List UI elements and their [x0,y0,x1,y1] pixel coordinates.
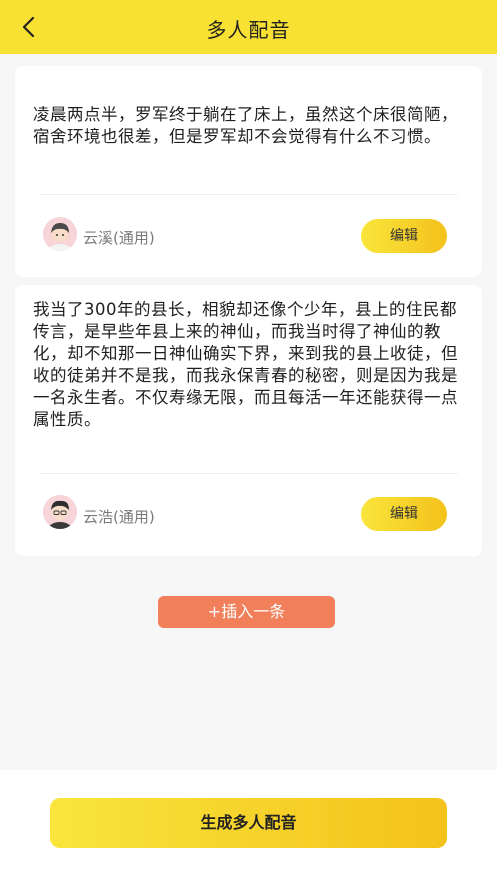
segment-text[interactable]: 我当了300年的县长，相貌却还像个少年，县上的住民都传言，是早些年县上来的神仙，… [33,299,464,431]
divider [39,194,458,195]
edit-button[interactable]: 编辑 [361,219,447,253]
voice-name: 云浩(通用) [83,508,155,526]
segment-text[interactable]: 凌晨两点半，罗军终于躺在了床上，虽然这个床很简陋，宿舍环境也很差，但是罗军却不会… [33,104,464,148]
top-bar: 多人配音 [0,0,497,54]
edit-button[interactable]: 编辑 [361,497,447,531]
dubbing-segment-card: 凌晨两点半，罗军终于躺在了床上，虽然这个床很简陋，宿舍环境也很差，但是罗军却不会… [15,66,482,277]
bottom-panel: 生成多人配音 [0,770,497,883]
voice-avatar [43,495,77,529]
insert-segment-button[interactable]: +插入一条 [158,596,335,628]
voice-name: 云溪(通用) [83,229,155,247]
divider [39,473,458,474]
dubbing-segment-card: 我当了300年的县长，相貌却还像个少年，县上的住民都传言，是早些年县上来的神仙，… [15,285,482,556]
generate-dubbing-button[interactable]: 生成多人配音 [50,798,447,848]
voice-avatar [43,217,77,251]
page-title: 多人配音 [206,18,291,42]
